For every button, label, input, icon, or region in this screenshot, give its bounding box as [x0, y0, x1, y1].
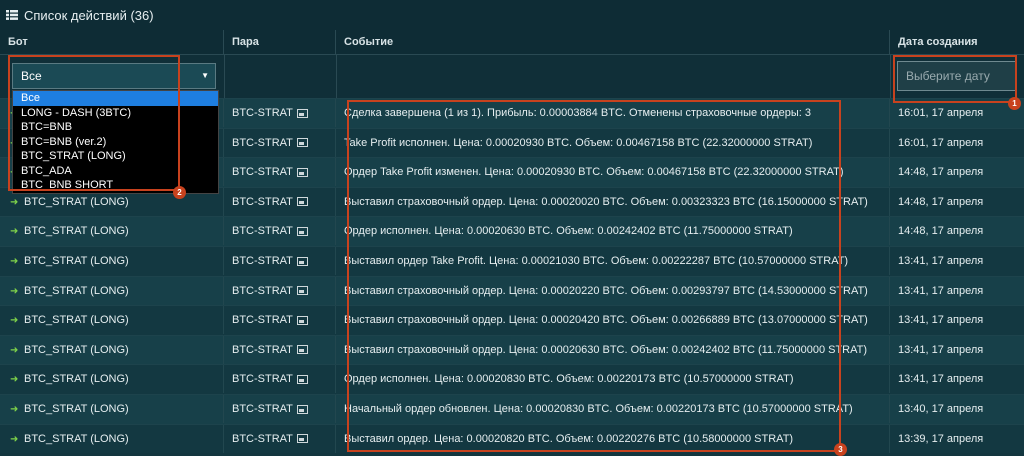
row-date-cell: 14:48, 17 апреля — [898, 166, 984, 179]
row-pair-name: BTC-STRAT — [232, 166, 293, 179]
row-date-cell: 16:01, 17 апреля — [898, 136, 984, 149]
row-pair-name: BTC-STRAT — [232, 225, 293, 238]
image-icon[interactable] — [296, 374, 308, 384]
row-pair-cell: BTC-STRAT — [224, 128, 336, 157]
image-icon[interactable] — [296, 286, 308, 296]
filter-cell-event — [336, 55, 891, 99]
callout-box-bot-filter — [8, 55, 180, 191]
row-bot-cell[interactable]: ➜ BTC_STRAT (LONG) — [0, 365, 224, 394]
image-icon[interactable] — [296, 138, 308, 148]
row-pair-cell: BTC-STRAT — [224, 306, 336, 335]
row-pair-cell: BTC-STRAT — [224, 365, 336, 394]
image-icon[interactable] — [296, 167, 308, 177]
arrow-right-icon: ➜ — [10, 403, 19, 415]
arrow-right-icon: ➜ — [10, 255, 19, 267]
row-date-cell: 14:48, 17 апреля — [898, 225, 984, 238]
row-pair-cell: BTC-STRAT — [224, 424, 336, 453]
callout-box-date-filter — [893, 55, 1017, 103]
page-title: Список действий (36) — [24, 7, 154, 23]
image-icon[interactable] — [296, 256, 308, 266]
arrow-right-icon: ➜ — [10, 344, 19, 356]
row-pair-name: BTC-STRAT — [232, 284, 293, 297]
row-bot-cell[interactable]: ➜ BTC_STRAT (LONG) — [0, 306, 224, 335]
table-header: Бот Пара Событие Дата создания — [0, 30, 1024, 54]
arrow-right-icon: ➜ — [10, 226, 19, 238]
callout-badge-2: 2 — [173, 186, 186, 199]
image-icon[interactable] — [296, 345, 308, 355]
row-date-cell: 13:39, 17 апреля — [898, 432, 984, 445]
row-date-cell: 13:40, 17 апреля — [898, 402, 984, 415]
callout-box-events — [347, 100, 841, 452]
filter-cell-pair — [224, 55, 337, 99]
row-pair-name: BTC-STRAT — [232, 402, 293, 415]
row-bot-name: BTC_STRAT (LONG) — [24, 254, 129, 267]
row-bot-name: BTC_STRAT (LONG) — [24, 432, 129, 445]
row-bot-cell[interactable]: ➜ BTC_STRAT (LONG) — [0, 276, 224, 305]
row-pair-cell: BTC-STRAT — [224, 217, 336, 246]
column-header-event[interactable]: Событие — [336, 30, 890, 54]
row-pair-cell: BTC-STRAT — [224, 394, 336, 423]
row-bot-cell[interactable]: ➜ BTC_STRAT (LONG) — [0, 246, 224, 275]
row-bot-name: BTC_STRAT (LONG) — [24, 373, 129, 386]
row-pair-cell: BTC-STRAT — [224, 246, 336, 275]
row-date-cell: 16:01, 17 апреля — [898, 107, 984, 119]
row-bot-cell[interactable]: ➜ BTC_STRAT (LONG) — [0, 217, 224, 246]
row-date-cell: 14:48, 17 апреля — [898, 195, 984, 208]
column-header-bot[interactable]: Бот — [0, 30, 224, 54]
row-pair-name: BTC-STRAT — [232, 254, 293, 267]
arrow-right-icon: ➜ — [10, 433, 19, 445]
row-date-cell: 13:41, 17 апреля — [898, 254, 984, 267]
arrow-right-icon: ➜ — [10, 374, 19, 386]
row-pair-name: BTC-STRAT — [232, 136, 293, 149]
row-pair-cell: BTC-STRAT — [224, 276, 336, 305]
row-pair-name: BTC-STRAT — [232, 432, 293, 445]
row-pair-cell: BTC-STRAT — [224, 335, 336, 364]
image-icon[interactable] — [296, 226, 308, 236]
row-bot-name: BTC_STRAT (LONG) — [24, 314, 129, 327]
image-icon[interactable] — [296, 404, 308, 414]
arrow-right-icon: ➜ — [10, 285, 19, 297]
callout-badge-3: 3 — [834, 443, 847, 456]
row-pair-cell: BTC-STRAT — [224, 158, 336, 187]
page-title-bar: Список действий (36) — [0, 0, 1024, 30]
row-pair-cell: BTC-STRAT — [224, 99, 336, 127]
row-bot-name: BTC_STRAT (LONG) — [24, 284, 129, 297]
row-bot-name: BTC_STRAT (LONG) — [24, 225, 129, 238]
row-bot-name: BTC_STRAT (LONG) — [24, 343, 129, 356]
row-bot-cell[interactable]: ➜ BTC_STRAT (LONG) — [0, 394, 224, 423]
row-bot-cell[interactable]: ➜ BTC_STRAT (LONG) — [0, 424, 224, 453]
callout-badge-1: 1 — [1008, 97, 1021, 110]
arrow-right-icon: ➜ — [10, 315, 19, 327]
row-date-cell: 13:41, 17 апреля — [898, 284, 984, 297]
row-bot-name: BTC_STRAT (LONG) — [24, 402, 129, 415]
column-header-date[interactable]: Дата создания — [890, 30, 1024, 54]
row-bot-name: BTC_STRAT (LONG) — [24, 195, 129, 208]
row-pair-name: BTC-STRAT — [232, 373, 293, 386]
image-icon[interactable] — [296, 108, 308, 118]
chevron-down-icon: ▼ — [201, 71, 209, 80]
list-icon — [6, 10, 18, 20]
row-bot-cell[interactable]: ➜ BTC_STRAT (LONG) — [0, 335, 224, 364]
row-pair-name: BTC-STRAT — [232, 195, 293, 208]
row-date-cell: 13:41, 17 апреля — [898, 373, 984, 386]
row-pair-name: BTC-STRAT — [232, 107, 293, 119]
image-icon[interactable] — [296, 434, 308, 444]
image-icon[interactable] — [296, 197, 308, 207]
row-date-cell: 13:41, 17 апреля — [898, 343, 984, 356]
row-pair-name: BTC-STRAT — [232, 314, 293, 327]
row-pair-cell: BTC-STRAT — [224, 187, 336, 216]
image-icon[interactable] — [296, 315, 308, 325]
row-date-cell: 13:41, 17 апреля — [898, 314, 984, 327]
column-header-pair[interactable]: Пара — [224, 30, 336, 54]
row-pair-name: BTC-STRAT — [232, 343, 293, 356]
